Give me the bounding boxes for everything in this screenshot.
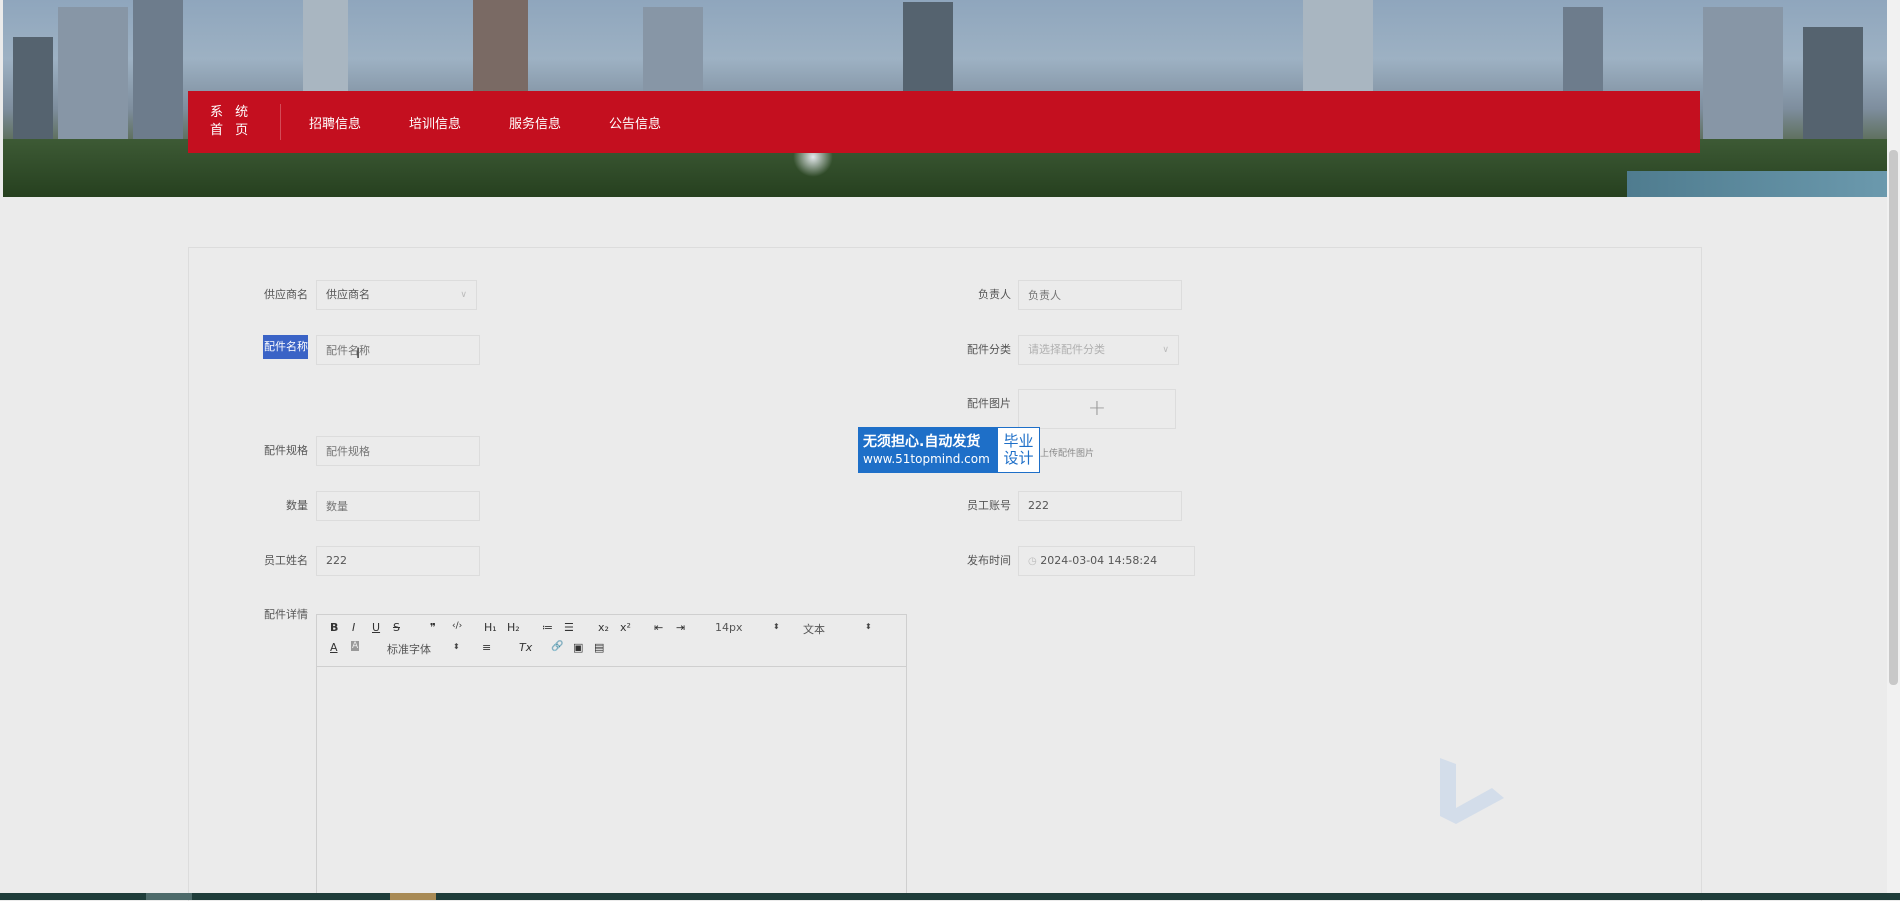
employee-account-field[interactable]: 222 [1018,491,1182,521]
nav-item-service[interactable]: 服务信息 [485,113,585,132]
part-category-label: 配件分类 [967,343,1011,356]
scrollbar-thumb[interactable] [1889,150,1898,685]
banner-building [1703,7,1783,157]
publish-time-label: 发布时间 [967,554,1011,567]
employee-account-value: 222 [1028,499,1049,512]
text-cursor-icon: I [356,346,361,362]
nav-home-line2: 首 页 [210,123,253,138]
part-category-placeholder: 请选择配件分类 [1028,343,1105,356]
part-name-input[interactable] [316,335,480,365]
superscript-icon[interactable]: x² [620,621,631,634]
updown-icon: ⬍ [773,622,780,631]
code-icon[interactable]: ‹/› [452,621,462,631]
chevron-down-icon: ∨ [1162,345,1169,355]
video-icon[interactable]: ▤ [594,641,604,654]
main-nav: 系 统 首 页 招聘信息 培训信息 服务信息 公告信息 [188,91,1700,153]
align-icon[interactable]: ≡ [482,641,491,654]
supplier-label: 供应商名 [264,288,308,301]
header-select[interactable]: 文本 ⬍ [803,621,873,637]
bing-logo-icon [1440,758,1504,824]
publish-time-field[interactable]: ◷ 2024-03-04 14:58:24 [1018,546,1195,576]
person-in-charge-input[interactable] [1018,280,1182,310]
rich-text-editor: B I U S ❞ ‹/› H₁ H₂ ≔ ☰ x₂ x² ⇤ ⇥ 14px ⬍… [316,614,907,900]
indent-icon[interactable]: ⇥ [676,621,685,634]
person-in-charge-label: 负责人 [978,288,1011,301]
quantity-input[interactable] [316,491,480,521]
strike-icon[interactable]: S [393,621,400,634]
h2-icon[interactable]: H₂ [507,621,520,634]
watermark-line1: 无须担心.自动发货 [863,434,981,450]
outdent-icon[interactable]: ⇤ [654,621,663,634]
part-spec-label: 配件规格 [264,444,308,457]
watermark-text: 无须担心.自动发货 www.51topmind.com [859,428,998,472]
employee-name-value: 222 [326,554,347,567]
updown-icon: ⬍ [865,622,872,631]
italic-icon[interactable]: I [352,621,355,634]
subscript-icon[interactable]: x₂ [598,621,609,634]
watermark-banner: 无须担心.自动发货 www.51topmind.com 毕业 设计 [858,427,1040,473]
part-name-label: 配件名称 [263,335,308,359]
watermark-right2: 设计 [1003,449,1034,467]
font-size-select[interactable]: 14px ⬍ [715,621,785,634]
banner-water [1627,171,1887,197]
taskbar-segment [390,893,436,900]
background-color-icon[interactable]: A [351,641,360,651]
publish-time-value: 2024-03-04 14:58:24 [1040,554,1158,567]
employee-name-field[interactable]: 222 [316,546,480,576]
nav-home[interactable]: 系 统 首 页 [188,104,281,140]
quote-icon[interactable]: ❞ [430,621,436,634]
clean-format-icon[interactable]: Tx [519,641,532,654]
banner-building [58,7,128,157]
page-scrollbar[interactable] [1887,0,1900,900]
nav-item-training[interactable]: 培训信息 [385,113,485,132]
taskbar-strip [0,893,1900,900]
watermark-line2: www.51topmind.com [863,452,990,466]
header-value: 文本 [803,623,825,636]
watermark-badge: 毕业 设计 [998,428,1039,472]
watermark-right1: 毕业 [1003,432,1034,450]
chevron-down-icon: ∨ [460,290,467,300]
plus-icon: + [1087,396,1107,421]
upload-tip: 上传配件图片 [1040,449,1095,459]
quantity-label: 数量 [286,499,308,512]
part-image-label: 配件图片 [967,397,1011,410]
image-icon[interactable]: ▣ [573,641,583,654]
taskbar-segment [146,893,192,900]
ordered-list-icon[interactable]: ≔ [542,621,553,634]
supplier-select[interactable]: 供应商名 ∨ [316,280,477,310]
font-size-value: 14px [715,621,743,634]
part-category-select[interactable]: 请选择配件分类 ∨ [1018,335,1179,365]
nav-item-announcement[interactable]: 公告信息 [585,113,685,132]
h1-icon[interactable]: H₁ [484,621,497,634]
image-upload-button[interactable]: + [1018,389,1176,429]
clock-icon: ◷ [1028,556,1037,567]
nav-item-recruitment[interactable]: 招聘信息 [281,113,385,132]
link-icon[interactable]: 🔗 [551,641,563,652]
updown-icon: ⬍ [453,642,460,651]
text-color-icon[interactable]: A [330,641,338,654]
editor-content-area[interactable] [317,667,906,899]
part-detail-label: 配件详情 [264,608,308,621]
employee-name-label: 员工姓名 [264,554,308,567]
underline-icon[interactable]: U [372,621,380,634]
editor-toolbar: B I U S ❞ ‹/› H₁ H₂ ≔ ☰ x₂ x² ⇤ ⇥ 14px ⬍… [317,615,906,667]
font-family-select[interactable]: 标准字体 ⬍ [387,641,462,657]
employee-account-label: 员工账号 [967,499,1011,512]
banner-building [133,0,183,157]
banner-building [1803,27,1863,157]
nav-home-line1: 系 统 [210,105,253,120]
bold-icon[interactable]: B [330,621,338,634]
part-spec-input[interactable] [316,436,480,466]
font-family-value: 标准字体 [387,643,431,656]
supplier-value: 供应商名 [326,288,370,301]
bullet-list-icon[interactable]: ☰ [564,621,574,634]
